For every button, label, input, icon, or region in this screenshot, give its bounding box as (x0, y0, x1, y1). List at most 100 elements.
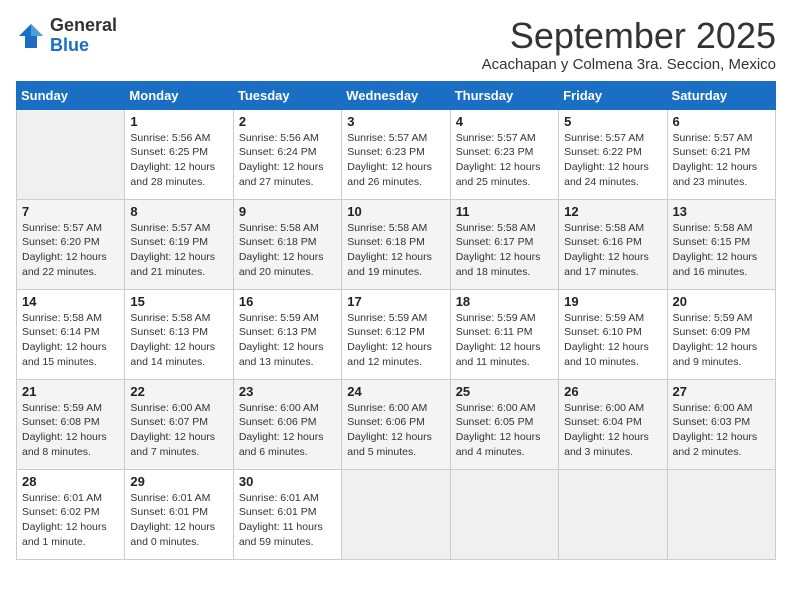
calendar-cell: 6 Sunrise: 5:57 AMSunset: 6:21 PMDaylight… (667, 109, 775, 199)
day-info: Sunrise: 5:58 AMSunset: 6:13 PMDaylight:… (130, 311, 227, 370)
calendar-cell: 1 Sunrise: 5:56 AMSunset: 6:25 PMDaylight… (125, 109, 233, 199)
day-info: Sunrise: 6:00 AMSunset: 6:05 PMDaylight:… (456, 401, 553, 460)
calendar-week-row: 7 Sunrise: 5:57 AMSunset: 6:20 PMDaylight… (17, 199, 776, 289)
day-info: Sunrise: 5:59 AMSunset: 6:12 PMDaylight:… (347, 311, 444, 370)
location-title: Acachapan y Colmena 3ra. Seccion, Mexico (482, 56, 776, 73)
day-number: 6 (673, 114, 770, 129)
day-number: 30 (239, 474, 336, 489)
weekday-header: Sunday (17, 81, 125, 109)
day-info: Sunrise: 5:58 AMSunset: 6:14 PMDaylight:… (22, 311, 119, 370)
day-info: Sunrise: 5:56 AMSunset: 6:25 PMDaylight:… (130, 131, 227, 190)
day-number: 26 (564, 384, 661, 399)
calendar-cell: 28 Sunrise: 6:01 AMSunset: 6:02 PMDayligh… (17, 469, 125, 559)
calendar-cell: 5 Sunrise: 5:57 AMSunset: 6:22 PMDaylight… (559, 109, 667, 199)
day-info: Sunrise: 5:57 AMSunset: 6:23 PMDaylight:… (456, 131, 553, 190)
calendar-cell: 2 Sunrise: 5:56 AMSunset: 6:24 PMDaylight… (233, 109, 341, 199)
day-number: 28 (22, 474, 119, 489)
day-number: 18 (456, 294, 553, 309)
day-number: 14 (22, 294, 119, 309)
weekday-header: Wednesday (342, 81, 450, 109)
calendar-cell: 29Sunrise: 6:01 AMSunset: 6:01 PMDayligh… (125, 469, 233, 559)
day-info: Sunrise: 5:58 AMSunset: 6:18 PMDaylight:… (347, 221, 444, 280)
calendar-cell: 11 Sunrise: 5:58 AMSunset: 6:17 PMDayligh… (450, 199, 558, 289)
day-number: 15 (130, 294, 227, 309)
day-info: Sunrise: 6:00 AMSunset: 6:07 PMDaylight:… (130, 401, 227, 460)
day-number: 21 (22, 384, 119, 399)
calendar-cell: 16 Sunrise: 5:59 AMSunset: 6:13 PMDayligh… (233, 289, 341, 379)
calendar-cell: 15 Sunrise: 5:58 AMSunset: 6:13 PMDayligh… (125, 289, 233, 379)
page-header: General Blue September 2025 Acachapan y … (16, 16, 776, 73)
calendar-week-row: 28 Sunrise: 6:01 AMSunset: 6:02 PMDayligh… (17, 469, 776, 559)
calendar-cell: 22 Sunrise: 6:00 AMSunset: 6:07 PMDayligh… (125, 379, 233, 469)
calendar-cell: 24Sunrise: 6:00 AMSunset: 6:06 PMDayligh… (342, 379, 450, 469)
weekday-row: SundayMondayTuesdayWednesdayThursdayFrid… (17, 81, 776, 109)
calendar-cell (450, 469, 558, 559)
calendar-cell: 9 Sunrise: 5:58 AMSunset: 6:18 PMDaylight… (233, 199, 341, 289)
calendar-cell: 20 Sunrise: 5:59 AMSunset: 6:09 PMDayligh… (667, 289, 775, 379)
day-number: 4 (456, 114, 553, 129)
calendar-cell: 26 Sunrise: 6:00 AMSunset: 6:04 PMDayligh… (559, 379, 667, 469)
day-info: Sunrise: 6:00 AMSunset: 6:06 PMDaylight:… (239, 401, 336, 460)
calendar-header: SundayMondayTuesdayWednesdayThursdayFrid… (17, 81, 776, 109)
calendar-cell: 12 Sunrise: 5:58 AMSunset: 6:16 PMDayligh… (559, 199, 667, 289)
day-number: 1 (130, 114, 227, 129)
calendar-cell: 25 Sunrise: 6:00 AMSunset: 6:05 PMDayligh… (450, 379, 558, 469)
calendar-cell: 10 Sunrise: 5:58 AMSunset: 6:18 PMDayligh… (342, 199, 450, 289)
day-info: Sunrise: 6:00 AMSunset: 6:04 PMDaylight:… (564, 401, 661, 460)
day-number: 7 (22, 204, 119, 219)
day-info: Sunrise: 5:57 AMSunset: 6:20 PMDaylight:… (22, 221, 119, 280)
day-info: Sunrise: 5:59 AMSunset: 6:11 PMDaylight:… (456, 311, 553, 370)
day-info: Sunrise: 6:01 AMSunset: 6:01 PMDaylight:… (130, 491, 227, 550)
calendar-cell: 4 Sunrise: 5:57 AMSunset: 6:23 PMDaylight… (450, 109, 558, 199)
day-info: Sunrise: 5:59 AMSunset: 6:10 PMDaylight:… (564, 311, 661, 370)
calendar-cell: 7 Sunrise: 5:57 AMSunset: 6:20 PMDaylight… (17, 199, 125, 289)
day-info: Sunrise: 5:58 AMSunset: 6:15 PMDaylight:… (673, 221, 770, 280)
day-info: Sunrise: 5:58 AMSunset: 6:18 PMDaylight:… (239, 221, 336, 280)
logo-icon (16, 21, 46, 51)
logo: General Blue (16, 16, 117, 56)
day-number: 16 (239, 294, 336, 309)
day-info: Sunrise: 5:56 AMSunset: 6:24 PMDaylight:… (239, 131, 336, 190)
day-number: 25 (456, 384, 553, 399)
calendar-table: SundayMondayTuesdayWednesdayThursdayFrid… (16, 81, 776, 560)
day-info: Sunrise: 6:00 AMSunset: 6:06 PMDaylight:… (347, 401, 444, 460)
day-number: 19 (564, 294, 661, 309)
calendar-cell: 30 Sunrise: 6:01 AMSunset: 6:01 PMDayligh… (233, 469, 341, 559)
day-number: 8 (130, 204, 227, 219)
day-number: 12 (564, 204, 661, 219)
weekday-header: Saturday (667, 81, 775, 109)
calendar-cell (342, 469, 450, 559)
day-number: 5 (564, 114, 661, 129)
calendar-week-row: 21Sunrise: 5:59 AMSunset: 6:08 PMDayligh… (17, 379, 776, 469)
day-number: 13 (673, 204, 770, 219)
day-info: Sunrise: 5:57 AMSunset: 6:19 PMDaylight:… (130, 221, 227, 280)
calendar-cell (667, 469, 775, 559)
weekday-header: Monday (125, 81, 233, 109)
calendar-week-row: 14 Sunrise: 5:58 AMSunset: 6:14 PMDayligh… (17, 289, 776, 379)
weekday-header: Thursday (450, 81, 558, 109)
day-info: Sunrise: 5:58 AMSunset: 6:16 PMDaylight:… (564, 221, 661, 280)
day-info: Sunrise: 5:59 AMSunset: 6:09 PMDaylight:… (673, 311, 770, 370)
calendar-cell: 23 Sunrise: 6:00 AMSunset: 6:06 PMDayligh… (233, 379, 341, 469)
day-number: 9 (239, 204, 336, 219)
title-block: September 2025 Acachapan y Colmena 3ra. … (482, 16, 776, 73)
calendar-cell (17, 109, 125, 199)
day-info: Sunrise: 6:01 AMSunset: 6:01 PMDaylight:… (239, 491, 336, 550)
day-number: 2 (239, 114, 336, 129)
day-number: 23 (239, 384, 336, 399)
calendar-week-row: 1 Sunrise: 5:56 AMSunset: 6:25 PMDaylight… (17, 109, 776, 199)
day-info: Sunrise: 5:57 AMSunset: 6:21 PMDaylight:… (673, 131, 770, 190)
day-info: Sunrise: 5:58 AMSunset: 6:17 PMDaylight:… (456, 221, 553, 280)
calendar-cell: 17 Sunrise: 5:59 AMSunset: 6:12 PMDayligh… (342, 289, 450, 379)
day-info: Sunrise: 5:57 AMSunset: 6:23 PMDaylight:… (347, 131, 444, 190)
day-number: 22 (130, 384, 227, 399)
day-number: 17 (347, 294, 444, 309)
day-info: Sunrise: 6:01 AMSunset: 6:02 PMDaylight:… (22, 491, 119, 550)
day-number: 10 (347, 204, 444, 219)
day-info: Sunrise: 5:59 AMSunset: 6:13 PMDaylight:… (239, 311, 336, 370)
calendar-cell: 27Sunrise: 6:00 AMSunset: 6:03 PMDayligh… (667, 379, 775, 469)
day-number: 11 (456, 204, 553, 219)
day-number: 20 (673, 294, 770, 309)
day-info: Sunrise: 5:57 AMSunset: 6:22 PMDaylight:… (564, 131, 661, 190)
weekday-header: Friday (559, 81, 667, 109)
